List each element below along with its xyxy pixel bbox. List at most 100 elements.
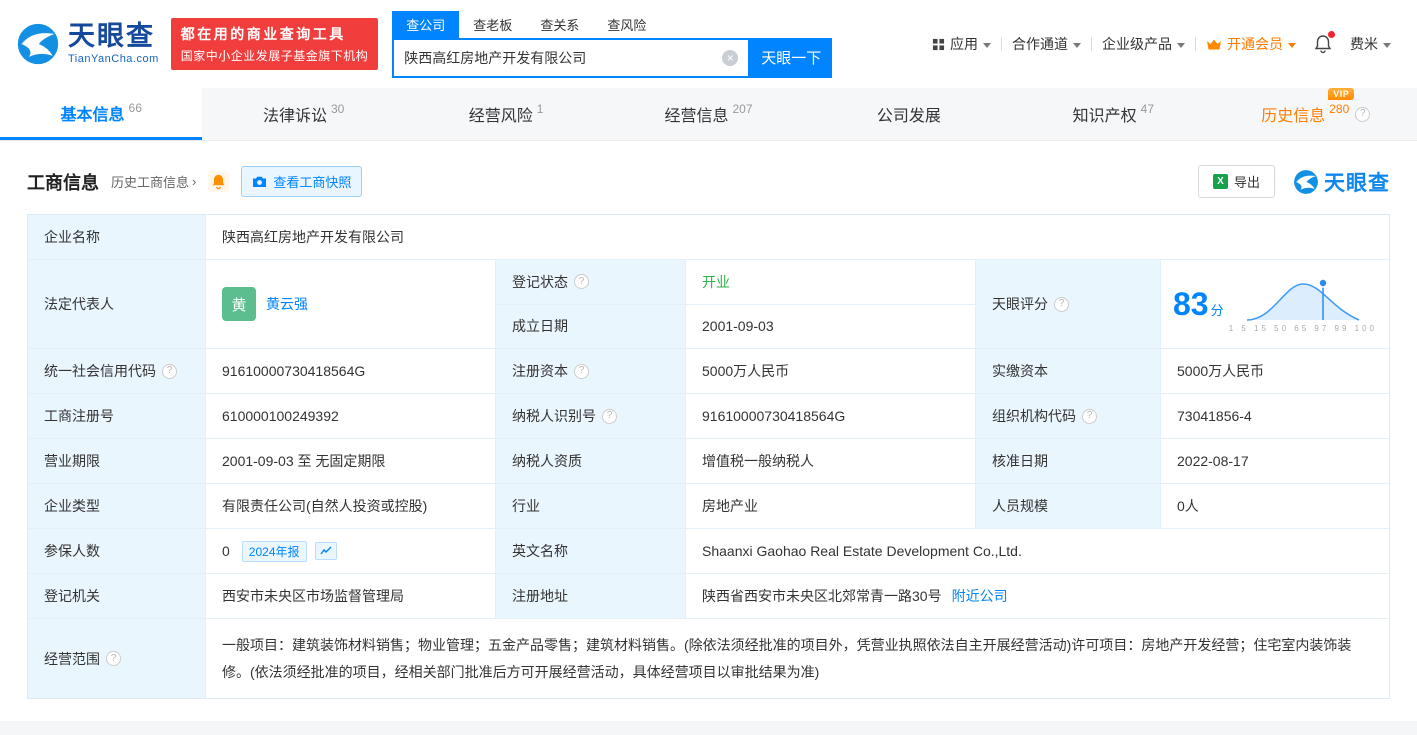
taxpayer-quality-value: 增值税一般纳税人 [686,439,976,483]
brand-domain: TianYanCha.com [68,53,159,65]
search-input[interactable] [404,49,723,66]
nav-apps[interactable]: 应用 [922,34,1001,54]
reg-authority-value: 西安市未央区市场监督管理局 [206,574,496,618]
reg-number-label: 工商注册号 [28,394,206,438]
monitor-bell-icon[interactable] [208,171,230,192]
approval-date-label: 核准日期 [976,439,1161,483]
table-row: 企业名称 陕西高红房地产开发有限公司 [28,215,1389,260]
tab-business-info[interactable]: 经营信息 207 [607,88,809,140]
tab-company-development[interactable]: 公司发展 [810,88,1012,140]
history-business-info-link[interactable]: 历史工商信息 › [111,172,196,191]
reg-number-value: 610000100249392 [206,394,496,438]
business-scope-label: 经营范围 ? [28,619,206,699]
top-header: 天眼查 TianYanCha.com 都在用的商业查询工具 国家中小企业发展子基… [0,0,1417,88]
business-term-value: 2001-09-03 至 无固定期限 [206,439,496,483]
help-icon[interactable]: ? [574,274,589,290]
nearby-companies-link[interactable]: 附近公司 [952,586,1008,606]
org-code-label: 组织机构代码 ? [976,394,1161,438]
tab-operation-risk[interactable]: 经营风险 1 [405,88,607,140]
paid-capital-value: 5000万人民币 [1177,363,1265,379]
table-row: 经营范围 ? 一般项目：建筑装饰材料销售；物业管理；五金产品零售；建筑材料销售。… [28,619,1389,699]
score-number: 83 [1173,286,1209,322]
table-row: 登记机关 西安市未央区市场监督管理局 注册地址 陕西省西安市未央区北郊常青一路3… [28,574,1389,619]
page-tabs: 基本信息 66 法律诉讼 30 经营风险 1 经营信息 207 公司发展 知识产… [0,88,1417,141]
reg-capital-label: 注册资本 ? [496,349,686,393]
reg-address-label: 注册地址 [496,574,686,618]
industry-value: 房地产业 [686,484,976,528]
approval-date-value: 2022-08-17 [1177,453,1249,469]
taxpayer-quality-label: 纳税人资质 [496,439,686,483]
grid-icon [932,38,945,51]
tab-basic-info[interactable]: 基本信息 66 [0,88,203,140]
chevron-down-icon [1177,42,1185,48]
taxpayer-id-label: 纳税人识别号 ? [496,394,686,438]
table-row: 企业类型 有限责任公司(自然人投资或控股) 行业 房地产业 人员规模 0人 [28,484,1389,529]
table-row: 参保人数 0 2024年报 英文名称 Shaanxi Gaohao Real E… [28,529,1389,574]
business-term-label: 营业期限 [28,439,206,483]
english-name-label: 英文名称 [496,529,686,573]
help-icon[interactable]: ? [1355,106,1371,122]
help-icon[interactable]: ? [1054,296,1069,312]
slogan-banner: 都在用的商业查询工具 国家中小企业发展子基金旗下机构 [170,18,379,70]
staff-size-label: 人员规模 [976,484,1161,528]
nav-open-vip[interactable]: 开通会员 [1196,34,1306,54]
status-date-subtable: 登记状态 ? 开业 成立日期 2001-09-03 [496,260,976,348]
top-nav: 应用 合作通道 企业级产品 开通会员 费米 [922,31,1401,54]
slogan-line2: 国家中小企业发展子基金旗下机构 [180,49,369,63]
excel-icon: X [1212,174,1228,189]
view-snapshot-button[interactable]: 查看工商快照 [241,166,363,197]
search-tab-boss[interactable]: 查老板 [459,11,526,38]
nav-cooperation[interactable]: 合作通道 [1002,34,1091,54]
business-scope-value: 一般项目：建筑装饰材料销售；物业管理；五金产品零售；建筑材料销售。(除依法须经批… [222,637,1352,680]
company-name-value: 陕西高红房地产开发有限公司 [222,229,404,245]
tab-intellectual-property[interactable]: 知识产权 47 [1012,88,1214,140]
annual-report-tag[interactable]: 2024年报 [241,540,307,562]
help-icon[interactable]: ? [106,651,121,667]
brand-name: 天眼查 [68,21,155,51]
legal-rep-name-link[interactable]: 黄云强 [266,294,308,314]
company-name-label: 企业名称 [28,215,206,259]
search-tab-relation[interactable]: 查关系 [526,11,593,38]
nav-enterprise-products[interactable]: 企业级产品 [1092,34,1195,54]
reg-address-value: 陕西省西安市未央区北郊常青一路30号 附近公司 [702,586,1008,606]
help-icon[interactable]: ? [602,408,617,424]
arrow-right-icon: › [192,174,197,189]
company-type-value: 有限责任公司(自然人投资或控股) [206,484,496,528]
export-button[interactable]: X 导出 [1197,165,1275,198]
establish-date-label: 成立日期 [496,304,686,348]
score-value[interactable]: 83 分 1 5 15 50 65 97 99 100 [1161,260,1389,348]
search-button[interactable]: 天眼一下 [750,37,833,78]
industry-label: 行业 [496,484,686,528]
establish-date-value: 2001-09-03 [702,318,774,335]
score-curve-chart: 1 5 15 50 65 97 99 100 [1229,276,1377,333]
notification-dot [1328,31,1335,38]
business-info-table: 企业名称 陕西高红房地产开发有限公司 法定代表人 黄 黄云强 登记状态 ? 开业… [27,214,1390,700]
legal-rep-value: 黄 黄云强 [206,260,496,348]
notification-bell[interactable] [1306,31,1340,54]
paid-capital-label: 实缴资本 [976,349,1161,393]
legal-rep-avatar[interactable]: 黄 [222,287,256,321]
help-icon[interactable]: ? [162,363,177,379]
credit-code-label: 统一社会信用代码 ? [28,349,206,393]
help-icon[interactable]: ? [1082,408,1097,424]
section-header: 工商信息 历史工商信息 › 查看工商快照 X 导出 天眼查 [0,141,1417,214]
english-name-value: Shaanxi Gaohao Real Estate Development C… [702,543,1022,559]
table-row: 工商注册号 610000100249392 纳税人识别号 ? 916100007… [28,394,1389,439]
table-row: 营业期限 2001-09-03 至 无固定期限 纳税人资质 增值税一般纳税人 核… [28,439,1389,484]
tab-history-info[interactable]: VIP 历史信息 280 ? [1215,88,1417,140]
tab-legal-cases[interactable]: 法律诉讼 30 [202,88,404,140]
credit-code-value: 91610000730418564G [206,349,496,393]
search-tab-risk[interactable]: 查风险 [593,11,660,38]
tianyancha-logo[interactable]: 天眼查 TianYanCha.com [16,22,159,66]
clear-search-icon[interactable]: × [722,49,739,66]
help-icon[interactable]: ? [574,363,589,379]
reg-authority-label: 登记机关 [28,574,206,618]
search-tab-company[interactable]: 查公司 [392,10,460,38]
vip-badge: VIP [1328,88,1355,100]
org-code-value: 73041856-4 [1177,408,1252,424]
trend-chart-icon[interactable] [314,542,337,560]
chevron-down-icon [1288,42,1296,48]
nav-user[interactable]: 费米 [1340,34,1401,54]
insured-value: 0 2024年报 [206,529,496,573]
camera-icon [252,175,267,188]
